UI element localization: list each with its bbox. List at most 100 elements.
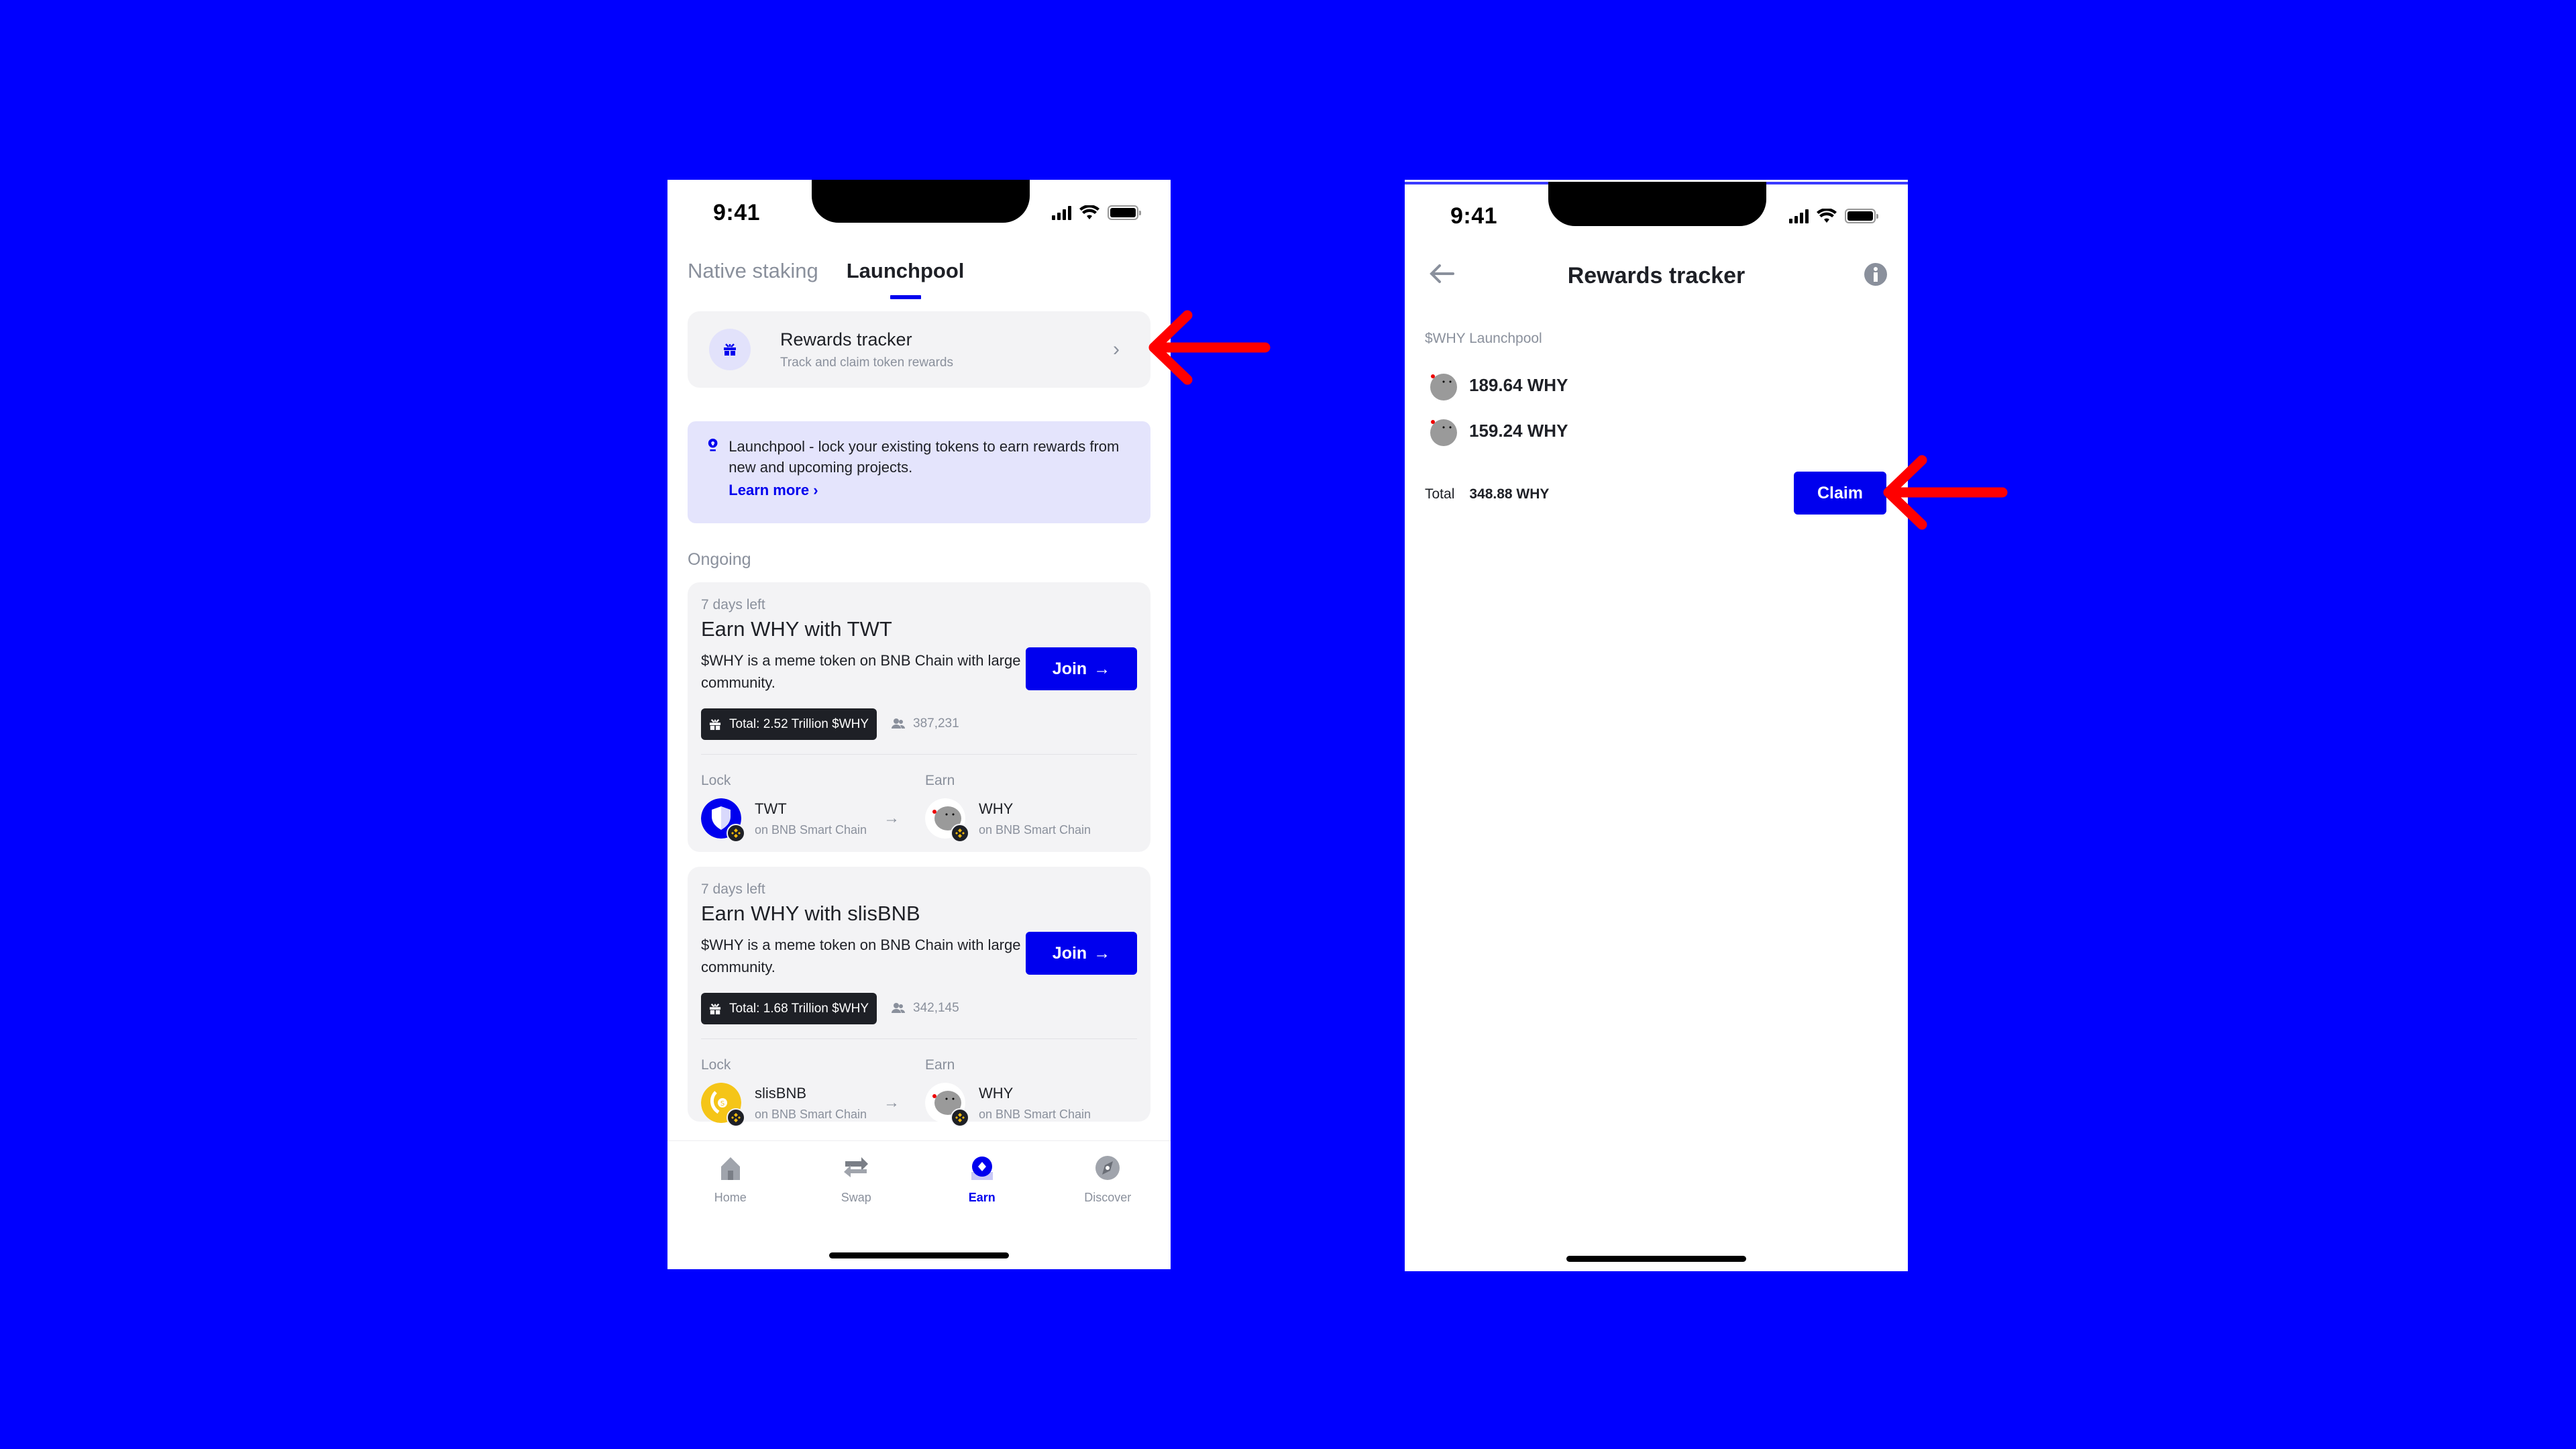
why-token-icon <box>925 1083 969 1127</box>
status-time: 9:41 <box>1450 203 1498 229</box>
cellular-signal-icon <box>1789 209 1809 223</box>
rewards-tracker-card[interactable]: Rewards tracker Track and claim token re… <box>688 311 1150 388</box>
total-rewards-badge: Total: 2.52 Trillion $WHY <box>701 708 877 740</box>
nav-earn[interactable]: Earn <box>919 1141 1045 1221</box>
pool-card: 7 days left Earn WHY with slisBNB $WHY i… <box>688 867 1150 1127</box>
lock-token: TWT on BNB Smart Chain <box>701 798 867 843</box>
info-icon[interactable] <box>1864 262 1888 286</box>
divider <box>701 754 1137 755</box>
wifi-icon <box>1817 209 1837 223</box>
lightbulb-icon <box>708 438 718 451</box>
battery-icon <box>1845 209 1878 223</box>
participants: 387,231 <box>892 716 959 731</box>
pool-card: 7 days left Earn WHY with TWT $WHY is a … <box>688 582 1150 852</box>
token-chain: on BNB Smart Chain <box>979 1107 1091 1121</box>
token-chain: on BNB Smart Chain <box>979 822 1091 837</box>
annotation-arrow-rewards-tracker <box>1148 310 1271 385</box>
nav-swap[interactable]: Swap <box>794 1141 920 1221</box>
gift-icon <box>709 718 721 730</box>
wifi-icon <box>1079 205 1099 219</box>
join-label: Join <box>1052 659 1087 678</box>
back-arrow-icon[interactable] <box>1429 264 1454 284</box>
pool-title: Earn WHY with slisBNB <box>701 902 920 925</box>
lock-label: Lock <box>701 1057 731 1073</box>
reward-row: 189.64 WHY <box>1425 368 1568 402</box>
learn-more-label: Learn more <box>729 482 810 498</box>
battery-icon <box>1108 205 1141 220</box>
divider <box>701 1038 1137 1039</box>
arrow-right-icon: → <box>883 1093 900 1112</box>
launchpool-info-banner: Launchpool - lock your existing tokens t… <box>688 421 1150 523</box>
nav-discover[interactable]: Discover <box>1045 1141 1171 1221</box>
device-notch <box>1548 182 1766 226</box>
token-chain: on BNB Smart Chain <box>755 1107 867 1121</box>
reward-row: 159.24 WHY <box>1425 414 1568 447</box>
lock-token: S slisBNB on BNB Smart Chain <box>701 1083 867 1127</box>
token-name: TWT <box>755 800 787 817</box>
earn-column: Earn WHY on BNB Smart Chain <box>925 773 1091 843</box>
twt-token-icon <box>701 798 745 843</box>
device-notch <box>812 180 1030 223</box>
swap-icon <box>844 1157 869 1177</box>
nav-label: Discover <box>1084 1191 1132 1204</box>
gift-icon <box>709 329 751 370</box>
total-text: Total: 1.68 Trillion $WHY <box>729 1001 869 1016</box>
earn-token: WHY on BNB Smart Chain <box>925 1083 1091 1127</box>
status-icons <box>1789 209 1878 223</box>
home-indicator <box>829 1252 1009 1258</box>
compass-icon <box>1095 1156 1120 1180</box>
days-left: 7 days left <box>701 881 765 897</box>
join-button[interactable]: Join → <box>1026 932 1137 975</box>
earn-column: Earn WHY on BNB Smart Chain <box>925 1057 1091 1127</box>
earn-token: WHY on BNB Smart Chain <box>925 798 1091 843</box>
total-rewards-badge: Total: 1.68 Trillion $WHY <box>701 993 877 1024</box>
token-name: WHY <box>979 1084 1014 1102</box>
reward-amount: 159.24 WHY <box>1469 420 1568 441</box>
bottom-nav: Home Swap Earn Discover <box>667 1140 1171 1221</box>
home-indicator <box>1566 1256 1746 1262</box>
participants: 342,145 <box>892 1001 959 1016</box>
tab-label: Native staking <box>688 259 818 282</box>
rewards-tracker-subtitle: Track and claim token rewards <box>780 355 954 370</box>
earn-tabs: Native staking Launchpool <box>688 259 964 299</box>
lock-column: Lock S slisBNB on BNB Smart Chain <box>701 1057 867 1127</box>
pool-description: $WHY is a meme token on BNB Chain with l… <box>701 652 1021 691</box>
arrow-right-icon: → <box>883 809 900 827</box>
bnb-chain-icon <box>727 824 745 843</box>
chevron-right-icon: › <box>1113 338 1120 360</box>
earn-label: Earn <box>925 773 955 788</box>
tab-launchpool[interactable]: Launchpool <box>847 259 964 299</box>
claim-button[interactable]: Claim <box>1794 472 1886 515</box>
nav-label: Swap <box>841 1191 871 1204</box>
users-icon <box>892 718 905 729</box>
participants-count: 342,145 <box>913 1001 959 1015</box>
slisbnb-token-icon: S <box>701 1083 745 1127</box>
annotation-arrow-claim <box>1883 455 2008 530</box>
why-token-icon <box>925 798 969 843</box>
join-button[interactable]: Join → <box>1026 647 1137 690</box>
status-icons <box>1052 205 1141 220</box>
total-text: Total: 2.52 Trillion $WHY <box>729 716 869 731</box>
nav-home[interactable]: Home <box>667 1141 794 1221</box>
token-name: slisBNB <box>755 1084 807 1102</box>
token-name: WHY <box>979 800 1014 817</box>
learn-more-link[interactable]: Learn more › <box>729 482 818 499</box>
launchpool-screen: 9:41 Native staking Launchpool Rewards t… <box>667 180 1171 1269</box>
lock-label: Lock <box>701 773 731 788</box>
tab-native-staking[interactable]: Native staking <box>688 259 818 283</box>
pool-description: $WHY is a meme token on BNB Chain with l… <box>701 936 1021 975</box>
home-icon <box>720 1157 740 1180</box>
status-time: 9:41 <box>713 200 761 225</box>
join-label: Join <box>1052 943 1087 963</box>
total-row: Total 348.88 WHY <box>1425 486 1549 502</box>
bnb-chain-icon <box>951 824 969 843</box>
why-token-icon <box>1430 374 1457 400</box>
pool-title: Earn WHY with TWT <box>701 617 892 641</box>
total-label: Total <box>1425 486 1455 502</box>
nav-label: Earn <box>968 1191 996 1204</box>
why-token-icon <box>1430 419 1457 446</box>
earn-label: Earn <box>925 1057 955 1073</box>
lock-column: Lock TWT on BNB Smart Chain <box>701 773 867 843</box>
rewards-tracker-title: Rewards tracker <box>780 329 912 350</box>
active-tab-indicator <box>890 295 921 299</box>
